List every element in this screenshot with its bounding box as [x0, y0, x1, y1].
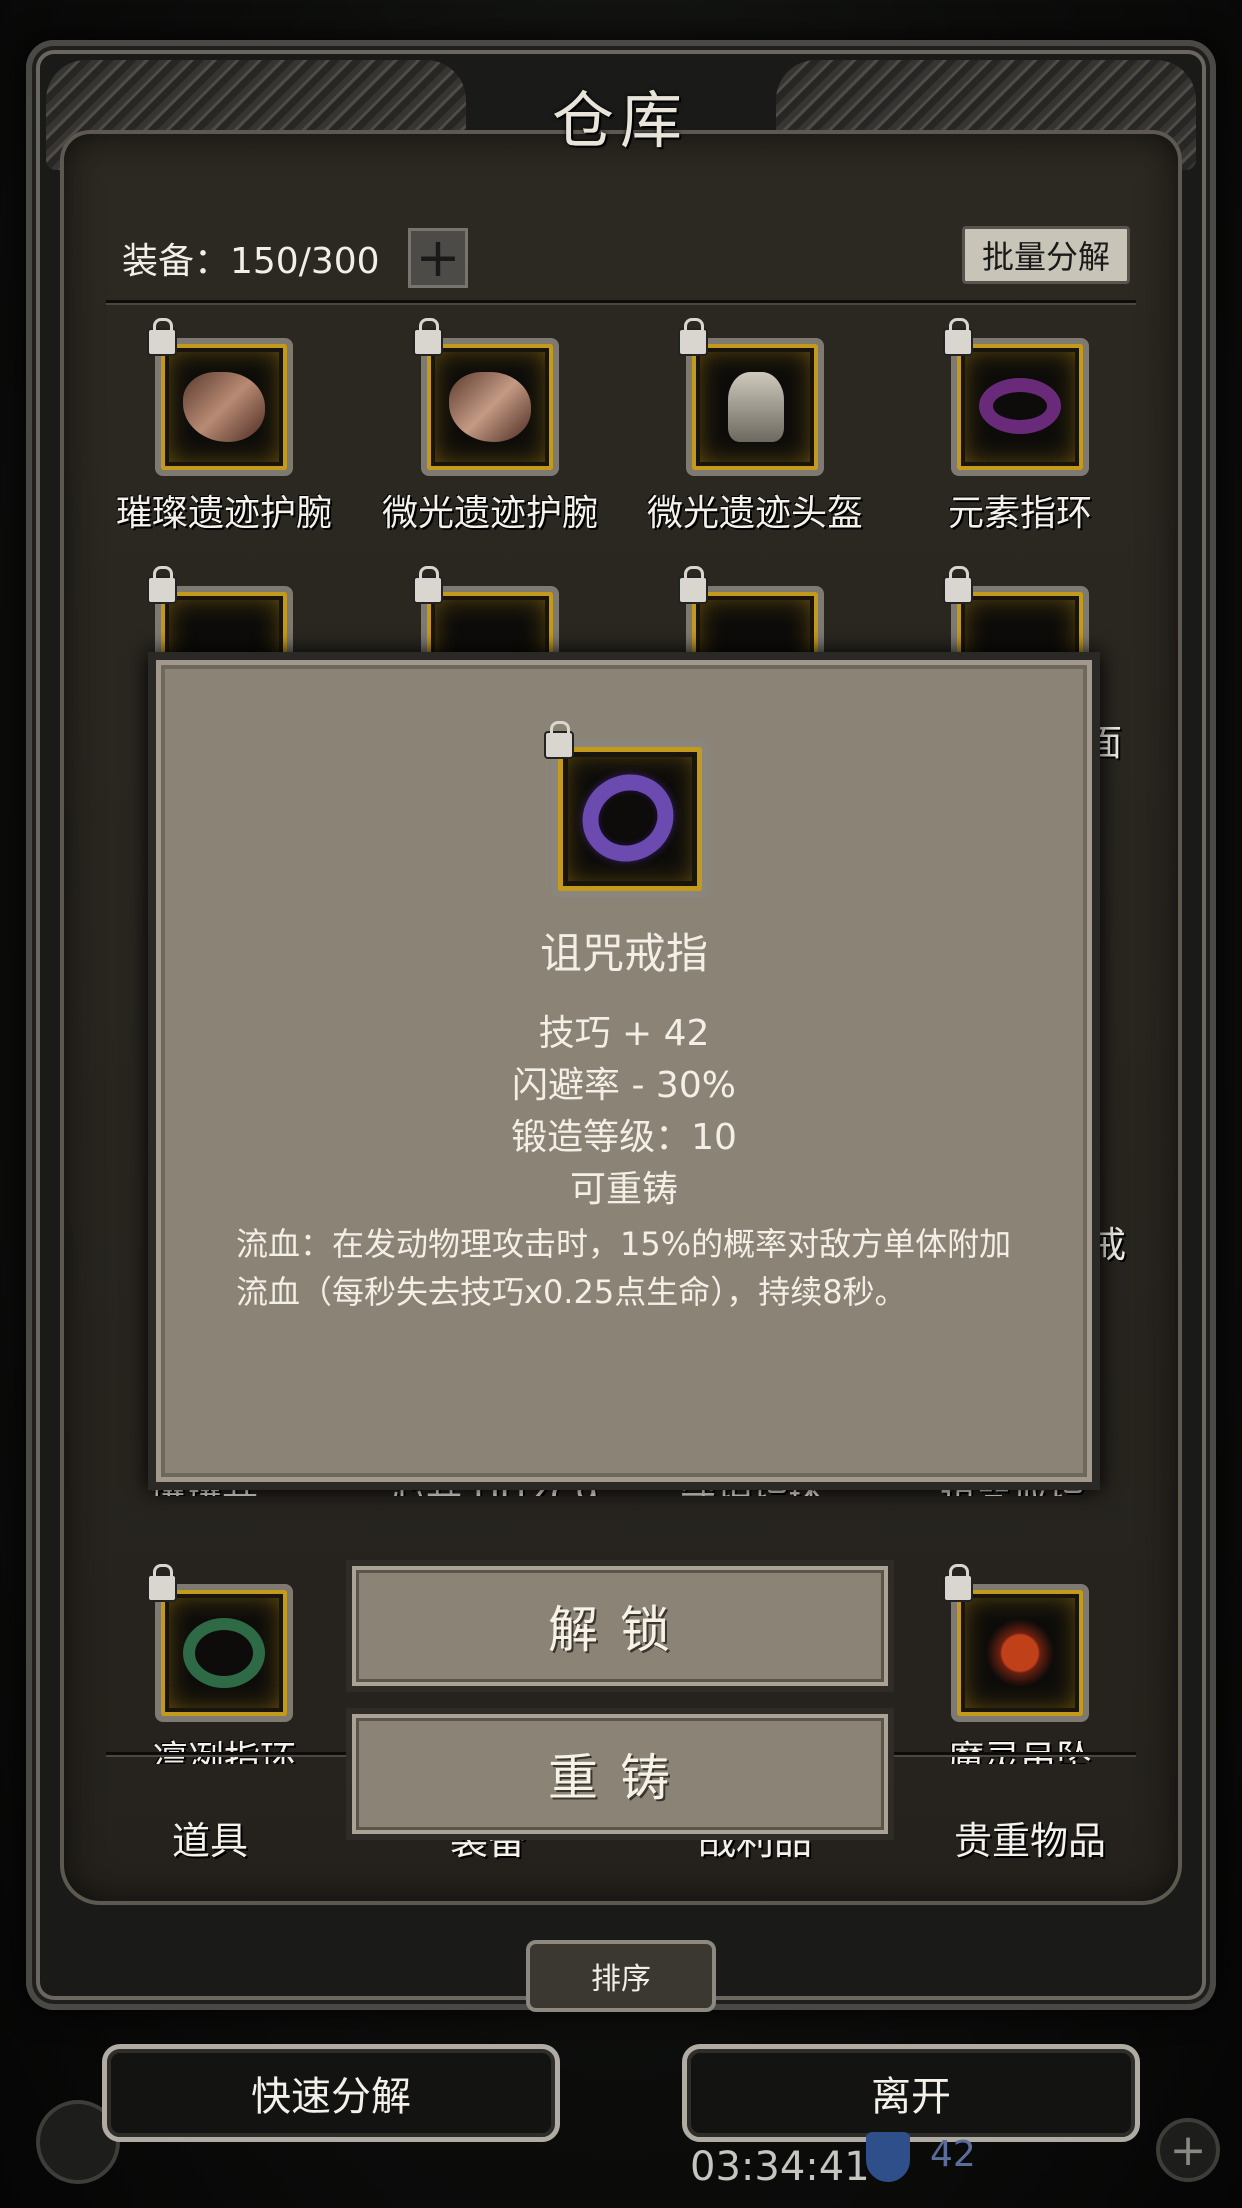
- leave-button[interactable]: 离开: [682, 2044, 1140, 2142]
- item-name: 璀璨遗迹护腕: [115, 493, 332, 534]
- item-frame: [943, 1564, 1089, 1722]
- tab-valuables[interactable]: 贵重物品: [954, 1810, 1106, 1865]
- item-slot[interactable]: 凛冽指环: [124, 1564, 324, 1764]
- item-slot[interactable]: 璀璨遗迹护腕: [116, 318, 332, 536]
- helmet-icon: [728, 372, 784, 442]
- item-frame: [678, 318, 824, 476]
- lock-icon: [147, 318, 177, 356]
- item-slot[interactable]: 微光遗迹头盔: [647, 318, 863, 536]
- item-name: 凛冽指环: [151, 1739, 296, 1764]
- unlock-button[interactable]: 解锁: [346, 1560, 894, 1692]
- item-frame: [147, 1564, 293, 1722]
- item-slot[interactable]: 魔灵吊坠: [920, 1564, 1120, 1764]
- lock-icon: [413, 566, 443, 604]
- pendant-icon: [979, 1618, 1061, 1688]
- page-title: 仓库: [551, 84, 688, 157]
- bracer-icon: [183, 372, 265, 442]
- quick-decompose-button[interactable]: 快速分解: [102, 2044, 560, 2142]
- stat-skill: 技巧 + 42: [538, 1013, 710, 1054]
- lock-icon: [413, 318, 443, 356]
- lock-icon: [147, 566, 177, 604]
- cursed-ring-icon: [568, 759, 688, 877]
- shield-icon: [866, 2132, 910, 2182]
- item-name: 元素指环: [947, 493, 1092, 534]
- equipment-capacity: 装备：150/300: [122, 241, 380, 282]
- item-name: 魔灵吊坠: [947, 1739, 1092, 1764]
- timer: 03:34:41: [690, 2144, 870, 2190]
- item-frame: [413, 318, 559, 476]
- lock-icon: [678, 318, 708, 356]
- item-slot[interactable]: 微光遗迹护腕: [382, 318, 598, 536]
- item-name: 微光遗迹头盔: [646, 493, 863, 534]
- bracer-icon: [449, 372, 531, 442]
- item-detail-popup: 诅咒戒指 技巧 + 42 闪避率 - 30% 锻造等级：10 可重铸 流血：在发…: [148, 652, 1100, 1490]
- stat-forge-level: 锻造等级：10: [511, 1117, 737, 1158]
- popup-description: 流血：在发动物理攻击时，15%的概率对敌方单体附加流血（每秒失去技巧x0.25点…: [236, 1225, 1012, 1311]
- item-frame: [943, 318, 1089, 476]
- lock-icon: [544, 721, 574, 759]
- item-frame: [147, 318, 293, 476]
- ring-icon: [979, 378, 1061, 434]
- divider-top: [106, 300, 1136, 303]
- lock-icon: [678, 566, 708, 604]
- ring-icon: [183, 1618, 265, 1688]
- item-slot[interactable]: 元素指环: [920, 318, 1120, 536]
- batch-decompose-button[interactable]: 批量分解: [962, 226, 1130, 284]
- stat-reforgeable: 可重铸: [569, 1169, 678, 1210]
- item-name: 微光遗迹护腕: [381, 493, 598, 534]
- lock-icon: [943, 1564, 973, 1602]
- add-icon[interactable]: +: [1156, 2118, 1220, 2182]
- lock-icon: [943, 318, 973, 356]
- sort-button[interactable]: 排序: [526, 1940, 716, 2012]
- popup-item-frame: [544, 721, 709, 898]
- tab-items[interactable]: 道具: [172, 1810, 248, 1865]
- stat-dodge: 闪避率 - 30%: [512, 1065, 736, 1106]
- lock-icon: [147, 1564, 177, 1602]
- expand-capacity-button[interactable]: +: [408, 228, 468, 288]
- shield-count: 42: [930, 2134, 976, 2175]
- popup-item-name: 诅咒戒指: [539, 929, 708, 978]
- lock-icon: [943, 566, 973, 604]
- reforge-button[interactable]: 重铸: [346, 1708, 894, 1840]
